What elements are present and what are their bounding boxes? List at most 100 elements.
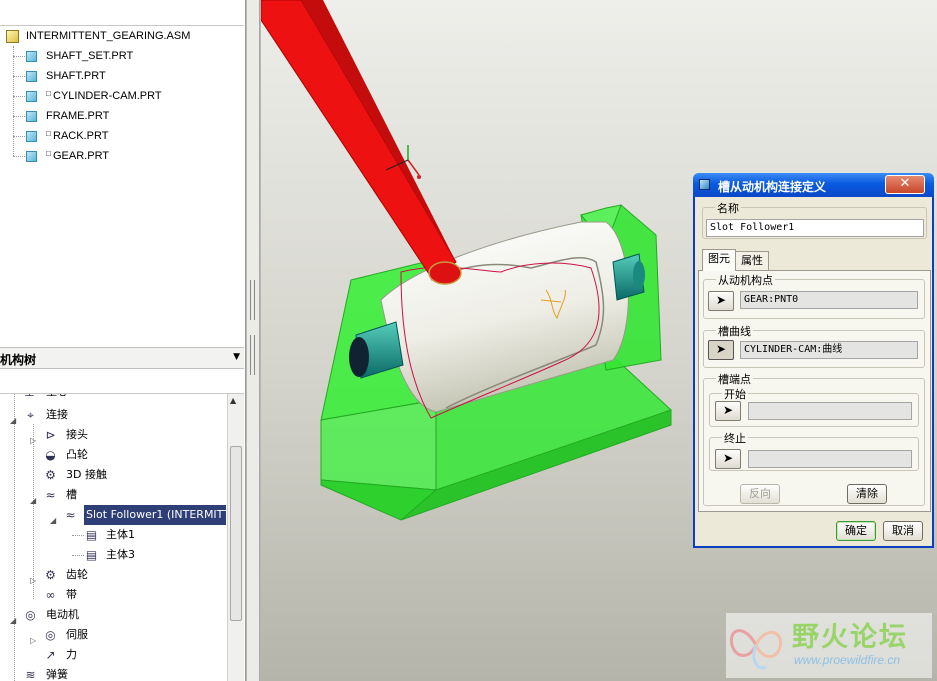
tree-item-cams[interactable]: ◒ 凸轮 <box>0 445 226 465</box>
end-label: 终止 <box>722 430 748 446</box>
tree-item-label: 力 <box>66 648 77 661</box>
tree-item-connections[interactable]: ◢ ⌖ 连接 <box>0 405 226 425</box>
tree-item-force[interactable]: ↗ 力 <box>0 645 226 665</box>
tree-item-part[interactable]: SHAFT_SET.PRT <box>0 46 244 66</box>
follower-point-label: 从动机构点 <box>716 272 775 288</box>
cursor-arrow-icon: ➤ <box>715 293 727 307</box>
tree-item-label: RACK.PRT <box>53 130 109 142</box>
end-point-field[interactable] <box>748 450 912 468</box>
collapse-arrow-icon[interactable]: ▼ <box>233 352 240 362</box>
tree-item-label: CYLINDER-CAM.PRT <box>53 90 162 102</box>
tree-item-label: 伺服 <box>66 628 88 641</box>
tree-item-label: 重心 <box>46 394 68 402</box>
follower-point-select-button[interactable]: ➤ <box>708 291 734 311</box>
spring-icon: ≋ <box>25 668 36 681</box>
slot-curve-select-button[interactable]: ➤ <box>708 340 734 360</box>
slot-curve-field[interactable]: CYLINDER-CAM:曲线 <box>740 341 918 359</box>
servo-icon: ◎ <box>45 628 56 642</box>
reverse-button[interactable]: 反向 <box>740 484 780 504</box>
gravity-icon: ⊥ <box>22 394 37 399</box>
slot-endpoints-label: 槽端点 <box>716 371 753 387</box>
connection-icon: ⌖ <box>27 408 34 422</box>
panel-splitter[interactable] <box>247 0 260 681</box>
tab-properties[interactable]: 属性 <box>735 251 769 271</box>
dialog-title: 槽从动机构连接定义 <box>718 180 827 194</box>
tree-item-springs[interactable]: ≋ 弹簧 <box>0 665 226 681</box>
splitter-grip[interactable] <box>250 335 255 375</box>
tree-item-label: 槽 <box>66 488 77 501</box>
name-field[interactable]: Slot Follower1 <box>706 219 924 237</box>
body-icon: ▤ <box>85 548 98 562</box>
ok-button[interactable]: 确定 <box>836 521 876 541</box>
motor-icon: ◎ <box>25 608 36 622</box>
assembly-icon <box>6 30 19 43</box>
start-point-select-button[interactable]: ➤ <box>715 401 741 421</box>
tree-item-label: 连接 <box>46 408 68 421</box>
app-icon <box>699 179 710 190</box>
tree-item-root[interactable]: INTERMITTENT_GEARING.ASM <box>0 26 244 46</box>
slot-follower-icon: ≈ <box>65 508 76 522</box>
mechanism-tree-title: 机构树 <box>0 353 37 367</box>
tree-item-body[interactable]: ▤ 主体3 <box>0 545 226 565</box>
cam-icon: ◒ <box>45 448 56 462</box>
start-point-field[interactable] <box>748 402 912 420</box>
tree-item-label: 电动机 <box>46 608 79 621</box>
tree-item-label: SHAFT_SET.PRT <box>46 50 134 62</box>
tree-item-part[interactable]: □ RACK.PRT <box>0 126 244 146</box>
tree-item-body[interactable]: ▤ 主体1 <box>0 525 226 545</box>
tree-item-3d-contact[interactable]: ⚙ 3D 接触 <box>0 465 226 485</box>
mechanism-tree-scrollbar[interactable]: ▲ <box>227 394 244 681</box>
tree-item-slot-follower[interactable]: ◢ ≈ Slot Follower1 (INTERMITTEN <box>0 505 226 525</box>
mechanism-tree-header[interactable]: 机构树 ▼ <box>0 347 244 369</box>
tab-entities[interactable]: 图元 <box>702 249 736 271</box>
mechanism-tree: ⊥ 重心 ◢ ⌖ 连接 ▷ ⊳ 接头 ◒ 凸轮 ⚙ 3D 接触 ◢ ≈ 槽 ◢ <box>0 394 226 681</box>
watermark-url: www.proewildfire.cn <box>794 653 901 667</box>
tree-item-label: FRAME.PRT <box>46 110 110 122</box>
tree-item-slots[interactable]: ◢ ≈ 槽 <box>0 485 226 505</box>
tree-item-part[interactable]: □ CYLINDER-CAM.PRT <box>0 86 244 106</box>
slot-follower-definition-dialog: 槽从动机构连接定义 ✕ 名称 Slot Follower1 图元 属性 从动机构… <box>693 173 934 548</box>
tree-item-label: 主体1 <box>106 528 135 541</box>
cursor-arrow-icon: ➤ <box>722 451 734 465</box>
part-icon <box>26 131 37 142</box>
contact-3d-icon: ⚙ <box>45 468 56 482</box>
tree-item-label: 带 <box>66 588 77 601</box>
gear-icon: ⚙ <box>45 568 56 582</box>
clear-button[interactable]: 清除 <box>847 484 887 504</box>
scrollbar-thumb[interactable] <box>230 446 242 621</box>
watermark-text: 野火论坛 <box>792 622 908 653</box>
tree-item-gears[interactable]: ▷ ⚙ 齿轮 <box>0 565 226 585</box>
tree-item-belts[interactable]: ∞ 带 <box>0 585 226 605</box>
rack-part[interactable] <box>261 0 462 285</box>
tree-item-joints[interactable]: ▷ ⊳ 接头 <box>0 425 226 445</box>
body-icon: ▤ <box>85 528 98 542</box>
dialog-title-bar[interactable]: 槽从动机构连接定义 ✕ <box>693 173 934 197</box>
start-label: 开始 <box>722 386 748 402</box>
tree-item-gravity[interactable]: ⊥ 重心 <box>0 394 226 402</box>
tree-item-part[interactable]: FRAME.PRT <box>0 106 244 126</box>
scroll-up-icon[interactable]: ▲ <box>230 396 236 405</box>
splitter-grip[interactable] <box>250 280 255 320</box>
end-point-select-button[interactable]: ➤ <box>715 449 741 469</box>
cursor-arrow-icon: ➤ <box>722 403 734 417</box>
cancel-button[interactable]: 取消 <box>883 521 923 541</box>
tree-item-part[interactable]: □ GEAR.PRT <box>0 146 244 166</box>
left-panel: INTERMITTENT_GEARING.ASM SHAFT_SET.PRT S… <box>0 0 246 681</box>
tree-item-label: 凸轮 <box>66 448 88 461</box>
tree-item-label: 3D 接触 <box>66 468 107 481</box>
name-label: 名称 <box>715 200 741 216</box>
follower-point-field[interactable]: GEAR:PNT0 <box>740 291 918 309</box>
tree-item-label: 弹簧 <box>46 668 68 681</box>
close-icon[interactable]: ✕ <box>885 175 925 194</box>
model-tree-toolbar-strip <box>0 0 244 26</box>
tree-item-part[interactable]: SHAFT.PRT <box>0 66 244 86</box>
slot-icon: ≈ <box>45 488 56 502</box>
forum-watermark: 野火论坛 www.proewildfire.cn <box>726 613 932 678</box>
part-icon <box>26 111 37 122</box>
belt-icon: ∞ <box>45 588 56 602</box>
tree-item-motors[interactable]: ◢ ◎ 电动机 <box>0 605 226 625</box>
modified-badge: □ <box>46 129 51 138</box>
tree-item-servo[interactable]: ▷ ◎ 伺服 <box>0 625 226 645</box>
mechanism-tree-strip <box>0 372 244 394</box>
slot-curve-label: 槽曲线 <box>716 323 753 339</box>
